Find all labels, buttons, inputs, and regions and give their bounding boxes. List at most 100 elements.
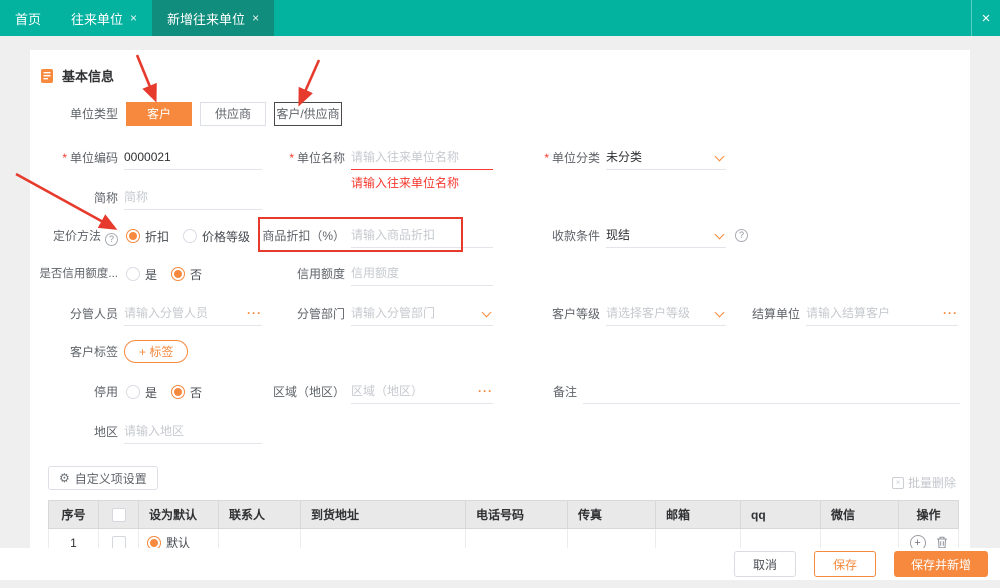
field-credit-limit: 信用额度 <box>260 262 493 286</box>
unit-code-input[interactable] <box>124 146 262 168</box>
area-label: 地区 <box>93 425 118 439</box>
credit-limit-input[interactable] <box>351 262 493 284</box>
delete-box-icon: × <box>891 476 904 489</box>
batch-delete-button[interactable]: × 批量删除 <box>891 474 956 491</box>
remarks-input[interactable] <box>583 380 960 402</box>
tab-label: 新增往来单位 <box>167 11 246 27</box>
manager-label: 分管人员 <box>69 307 118 321</box>
save-button[interactable]: 保存 <box>813 551 876 577</box>
field-department: 分管部门 <box>260 302 493 326</box>
help-icon[interactable]: ? <box>105 233 118 246</box>
top-tab-bar: 首页 往来单位 × 新增往来单位 × × <box>0 0 1000 36</box>
pricing-method-label: 定价方法? <box>30 224 118 248</box>
unit-name-label: * 单位名称 <box>289 151 345 165</box>
department-select[interactable] <box>351 302 493 326</box>
header-phone: 电话号码 <box>465 500 568 529</box>
header-fax: 传真 <box>567 500 656 529</box>
gear-icon: ⚙ <box>59 471 70 485</box>
radio-label: 价格等级 <box>202 229 251 244</box>
pricing-radio-price-level[interactable]: 价格等级 <box>183 224 250 248</box>
cancel-button[interactable]: 取消 <box>733 551 796 577</box>
select-all-checkbox[interactable] <box>111 507 126 522</box>
radio-label: 是 <box>145 267 158 282</box>
pricing-radio-discount[interactable]: 折扣 <box>126 224 169 248</box>
payment-terms-select[interactable]: 现结 <box>606 224 726 248</box>
unit-category-select[interactable]: 未分类 <box>606 146 726 170</box>
unit-name-input[interactable] <box>351 146 493 168</box>
field-short-name: 简称 <box>30 186 262 210</box>
disabled-radio-yes[interactable]: 是 <box>126 380 157 404</box>
disabled-radio-no[interactable]: 否 <box>171 380 202 404</box>
region-label: 区域（地区） <box>272 385 345 399</box>
field-pricing-method: 定价方法? 折扣 价格等级 <box>30 224 250 248</box>
chevron-down-icon[interactable] <box>481 307 492 318</box>
tab-new-partner[interactable]: 新增往来单位 × <box>152 0 275 36</box>
unit-type-label: 单位类型 <box>69 107 118 121</box>
form-card: 基本信息 单位类型 客户 供应商 客户/供应商 *单位编码 *单位名称 请输入往… <box>30 50 970 580</box>
manager-control: ··· <box>124 302 262 326</box>
credit-limit-label: 信用额度 <box>296 267 345 281</box>
manager-input[interactable] <box>124 302 236 324</box>
custom-settings-label: 自定义项设置 <box>74 471 147 486</box>
form-section-icon <box>40 68 54 83</box>
customer-level-select[interactable] <box>606 302 726 326</box>
field-remarks: 备注 <box>520 380 960 404</box>
required-mark: * <box>289 151 294 165</box>
more-icon[interactable]: ··· <box>943 302 958 325</box>
region-input[interactable] <box>351 380 467 402</box>
add-tag-button[interactable]: + 标签 <box>124 340 189 363</box>
credit-radio-no[interactable]: 否 <box>171 262 202 286</box>
department-input[interactable] <box>351 302 469 324</box>
product-discount-input[interactable] <box>351 224 493 246</box>
unit-category-value: 未分类 <box>606 150 643 164</box>
chevron-down-icon[interactable] <box>714 229 725 240</box>
field-payment-terms: 收款条件 现结 ? <box>520 224 748 248</box>
save-and-new-button[interactable]: 保存并新增 <box>893 551 988 577</box>
field-product-discount: 商品折扣（%） <box>260 224 493 248</box>
tabbar-right: × <box>971 0 1000 36</box>
unit-type-customer-button[interactable]: 客户 <box>126 102 192 126</box>
area-input[interactable] <box>124 420 262 442</box>
tab-label: 首页 <box>15 11 42 27</box>
customer-level-input[interactable] <box>606 302 704 324</box>
credit-radio-yes[interactable]: 是 <box>126 262 157 286</box>
customer-tags-label: 客户标签 <box>69 345 118 359</box>
short-name-label: 简称 <box>93 191 118 205</box>
chevron-down-icon[interactable] <box>714 151 725 162</box>
tab-close-icon[interactable]: × <box>130 11 137 25</box>
field-credit-limit-toggle: 是否信用额度... 是 否 <box>30 262 202 286</box>
radio-label: 折扣 <box>145 229 170 244</box>
product-discount-control <box>351 224 493 248</box>
area-control <box>124 420 262 444</box>
close-all-icon[interactable]: × <box>972 0 1000 36</box>
tab-home[interactable]: 首页 <box>0 0 56 36</box>
batch-delete-label: 批量删除 <box>907 476 956 490</box>
unit-type-both-button[interactable]: 客户/供应商 <box>274 102 342 126</box>
radio-label: 是 <box>145 385 158 400</box>
short-name-control <box>124 186 262 210</box>
unit-code-label: * 单位编码 <box>62 151 118 165</box>
tab-close-icon[interactable]: × <box>252 11 259 25</box>
payment-terms-value: 现结 <box>606 228 631 242</box>
field-unit-category: * 单位分类 未分类 <box>520 146 726 170</box>
department-label: 分管部门 <box>296 307 345 321</box>
custom-settings-button[interactable]: ⚙ 自定义项设置 <box>48 466 158 490</box>
settlement-unit-input[interactable] <box>806 302 932 324</box>
unit-category-label: * 单位分类 <box>544 151 600 165</box>
radio-icon <box>126 229 140 243</box>
help-icon[interactable]: ? <box>735 229 748 242</box>
radio-label: 否 <box>190 267 203 282</box>
required-mark: * <box>544 151 549 165</box>
settlement-unit-control: ··· <box>806 302 958 326</box>
tab-partner-list[interactable]: 往来单位 × <box>56 0 152 36</box>
short-name-input[interactable] <box>124 186 262 208</box>
region-control: ··· <box>351 380 493 404</box>
field-unit-code: * 单位编码 <box>30 146 262 170</box>
field-area: 地区 <box>30 420 262 444</box>
unit-type-supplier-button[interactable]: 供应商 <box>200 102 266 126</box>
more-icon[interactable]: ··· <box>478 380 493 403</box>
unit-name-error: 请输入往来单位名称 <box>351 176 460 190</box>
payment-terms-label: 收款条件 <box>551 229 600 243</box>
field-region: 区域（地区） ··· <box>260 380 493 404</box>
table-header-row: 序号 设为默认 联系人 到货地址 电话号码 传真 邮箱 qq 微信 操作 <box>48 500 959 529</box>
